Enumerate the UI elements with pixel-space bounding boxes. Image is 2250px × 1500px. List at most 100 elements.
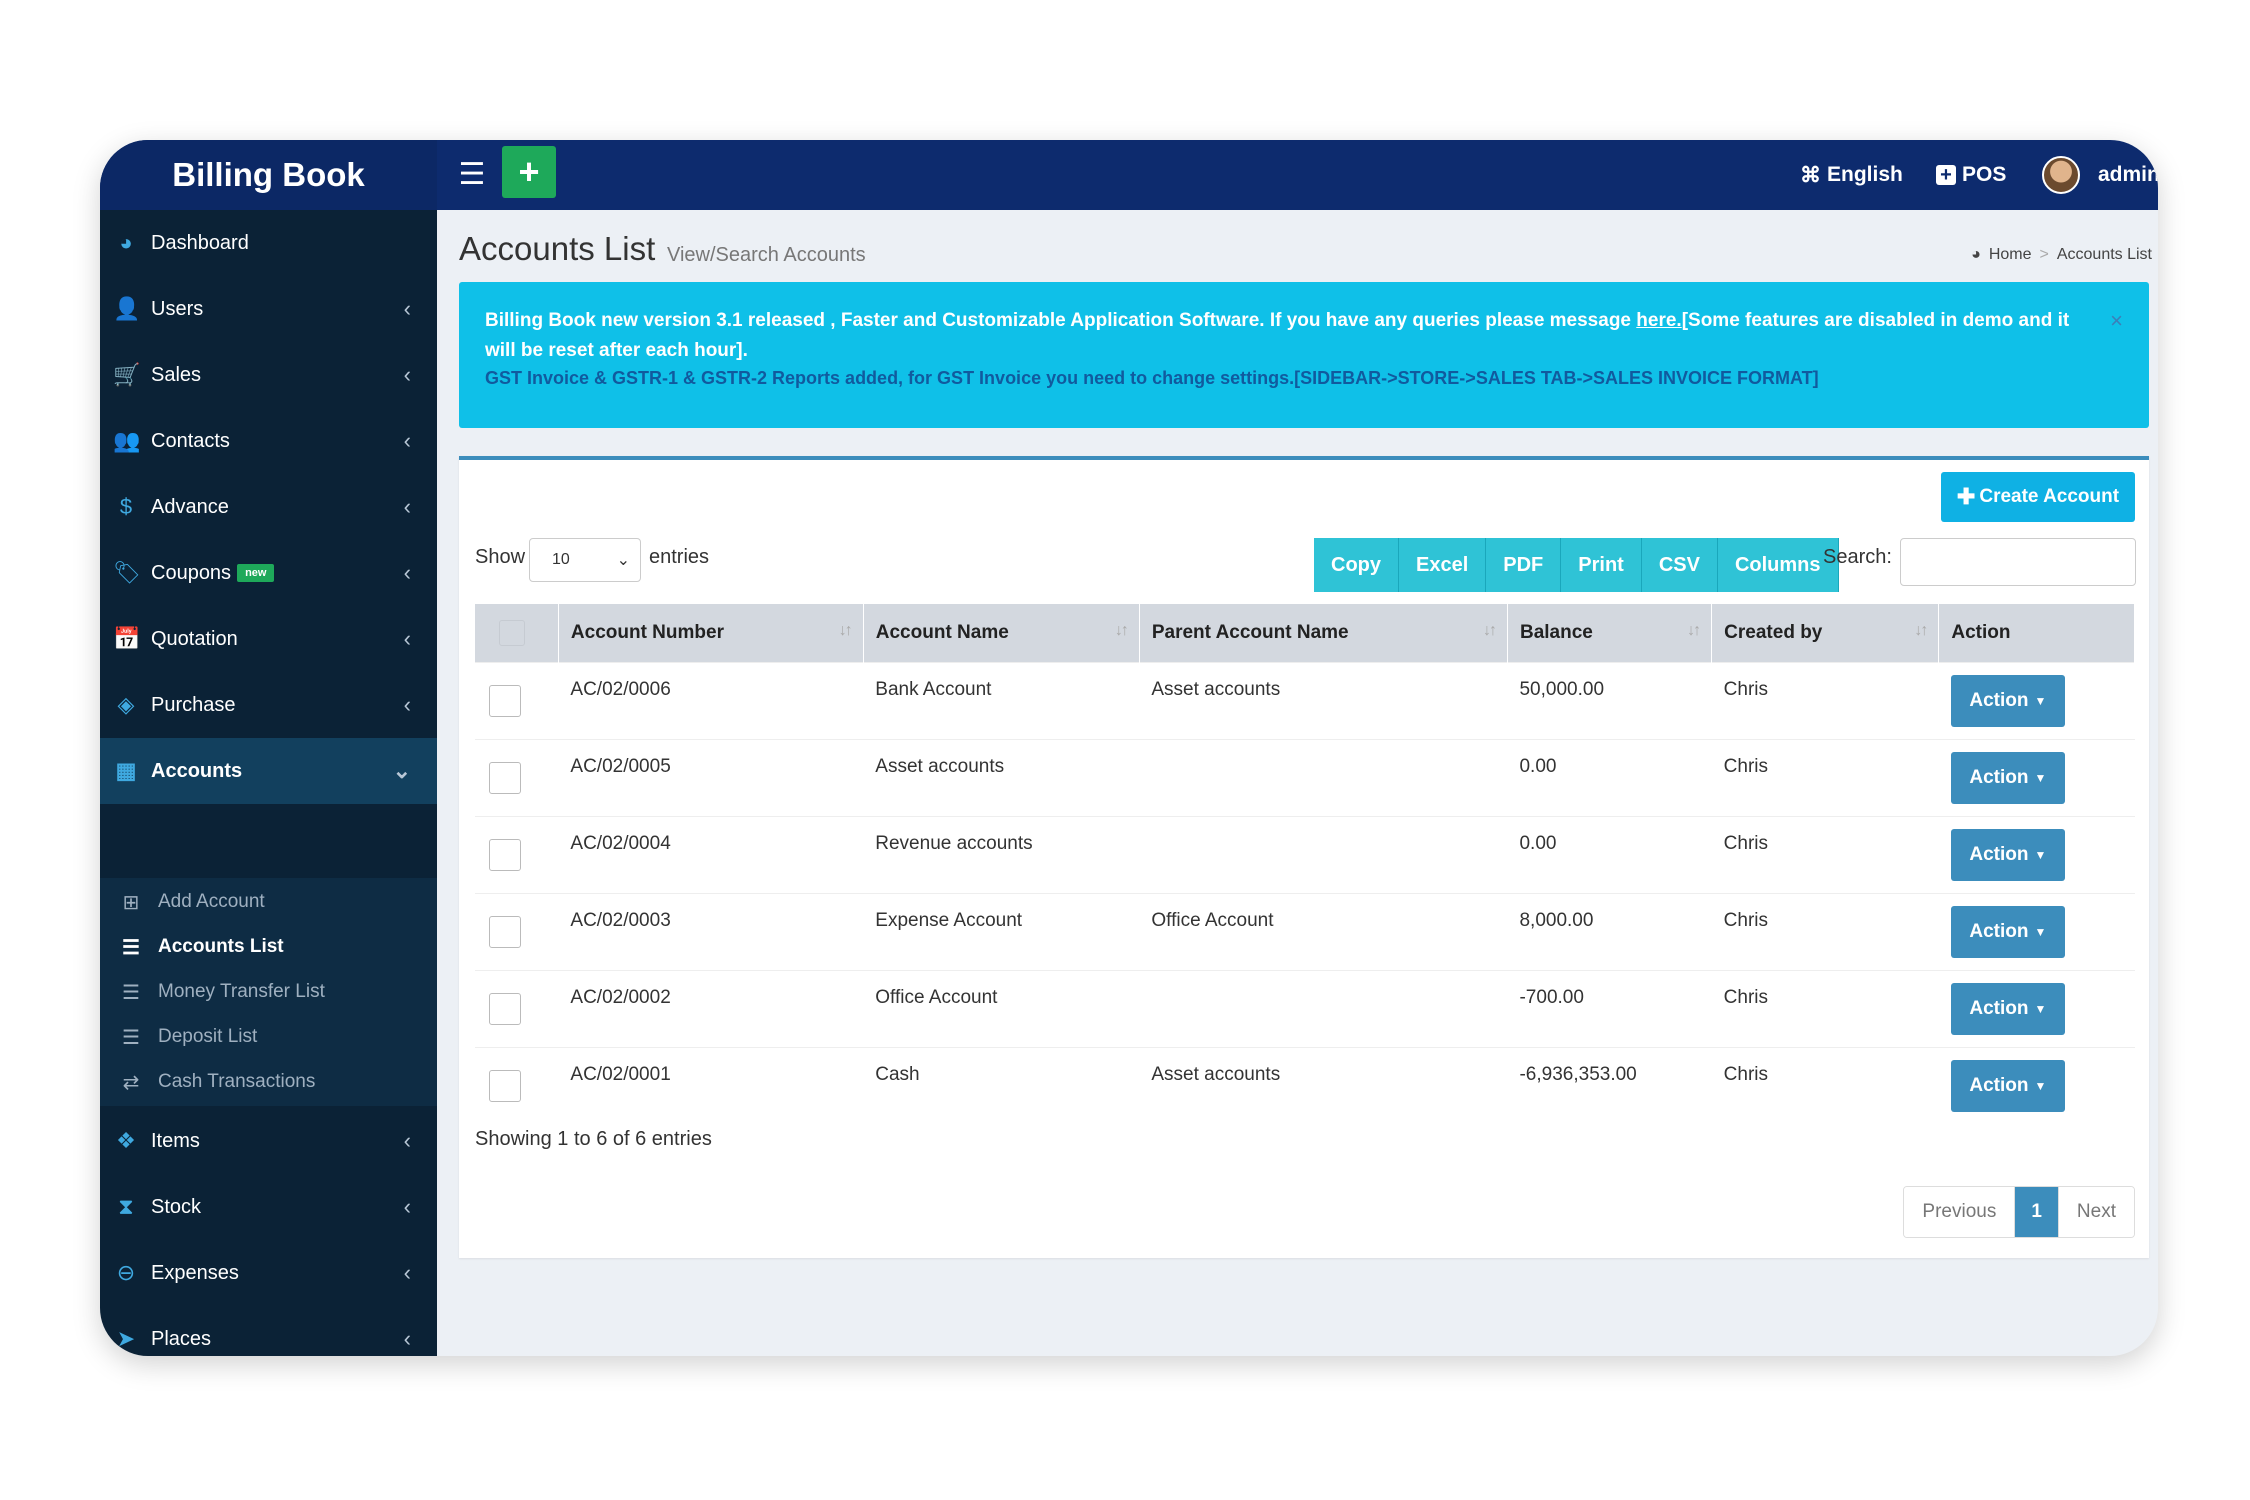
next-page-button[interactable]: Next	[2058, 1187, 2134, 1237]
sidebar-item-sales[interactable]: 🛒 Sales ‹	[100, 342, 437, 408]
action-dropdown-button[interactable]: Action ▼	[1950, 751, 2065, 804]
sidebar-item-label: Items	[151, 1129, 200, 1152]
table-row: AC/02/0002 Office Account -700.00 Chris Acti…	[475, 969, 2135, 1047]
sidebar-item-contacts[interactable]: 👥 Contacts ‹	[100, 408, 437, 474]
sidebar-item-quotation[interactable]: 📅 Quotation ‹	[100, 606, 437, 672]
calendar-icon: 📅	[113, 626, 141, 651]
row-select-cell	[475, 661, 559, 739]
column-header-label: Action	[1951, 621, 2011, 643]
sidebar-item-label: Sales	[151, 363, 202, 386]
chevron-left-icon: ‹	[403, 1260, 411, 1285]
breadcrumb-current: Accounts List	[2056, 246, 2152, 263]
column-header-account-number[interactable]: Account Number ↓↑	[558, 604, 864, 662]
search-label: Search:	[1823, 546, 1892, 568]
action-dropdown-button[interactable]: Action ▼	[1950, 674, 2065, 727]
tag-icon: 🏷	[113, 560, 141, 585]
hamburger-menu-icon[interactable]: ☰	[452, 154, 492, 194]
column-header-label: Balance	[1519, 621, 1593, 643]
announcement-alert: Billing Book new version 3.1 released , …	[459, 282, 2149, 428]
close-icon[interactable]: ×	[2110, 308, 2123, 334]
submenu-item-deposit-list[interactable]: ☰ Deposit List	[100, 1015, 437, 1059]
cell-balance: -700.00	[1507, 969, 1712, 1047]
row-checkbox[interactable]	[489, 992, 521, 1025]
sidebar-item-coupons[interactable]: 🏷 Coupons new ‹	[100, 540, 437, 606]
cell-created-by: Chris	[1711, 738, 1939, 816]
cell-name: Revenue accounts	[863, 815, 1140, 893]
submenu-item-label: Accounts List	[158, 936, 284, 957]
select-all-checkbox[interactable]	[499, 619, 525, 646]
select-all-header	[475, 604, 559, 662]
breadcrumb-home[interactable]: Home	[1989, 246, 2032, 264]
sidebar-item-dashboard[interactable]: ◕ Dashboard	[100, 210, 437, 276]
search-input[interactable]	[1900, 538, 2136, 586]
action-dropdown-button[interactable]: Action ▼	[1950, 828, 2065, 881]
cell-parent	[1139, 815, 1508, 893]
entries-length-select[interactable]: 10 ⌄	[529, 538, 641, 582]
column-header-balance[interactable]: Balance ↓↑	[1507, 604, 1713, 662]
action-label: Action	[1969, 766, 2029, 788]
sidebar-item-places[interactable]: ➤ Places ‹	[100, 1306, 437, 1356]
row-checkbox[interactable]	[489, 915, 521, 948]
column-header-label: Parent Account Name	[1151, 621, 1349, 643]
action-cell: Action ▼	[1938, 661, 2135, 739]
export-copy-button[interactable]: Copy	[1314, 538, 1399, 592]
sidebar-item-label: Accounts	[151, 759, 243, 782]
sidebar-item-stock[interactable]: ⧗ Stock ‹	[100, 1174, 437, 1240]
action-dropdown-button[interactable]: Action ▼	[1950, 982, 2065, 1035]
sidebar-item-users[interactable]: 👤 Users ‹	[100, 276, 437, 342]
sidebar-item-purchase[interactable]: ◈ Purchase ‹	[100, 672, 437, 738]
quick-add-button[interactable]: +	[502, 146, 556, 198]
pos-link[interactable]: + POS	[1936, 140, 2006, 210]
page-1-button[interactable]: 1	[2015, 1187, 2059, 1237]
cell-parent	[1139, 738, 1508, 816]
submenu-item-money-transfer-list[interactable]: ☰ Money Transfer List	[100, 970, 437, 1014]
column-header-account-name[interactable]: Account Name ↓↑	[863, 604, 1140, 662]
cell-number: AC/02/0006	[558, 661, 864, 739]
chevron-left-icon: ‹	[403, 1326, 411, 1351]
export-pdf-button[interactable]: PDF	[1486, 538, 1562, 592]
user-menu[interactable]: admin	[2042, 140, 2158, 210]
action-dropdown-button[interactable]: Action ▼	[1950, 1059, 2065, 1112]
submenu-item-accounts-list[interactable]: ☰ Accounts List	[100, 925, 437, 969]
top-navbar: Billing Book ☰ + ⌘ English + POS admin	[100, 140, 2158, 210]
cell-created-by: Chris	[1711, 815, 1939, 893]
sidebar-item-label: Quotation	[151, 627, 238, 650]
submenu-item-cash-transactions[interactable]: ⇄ Cash Transactions	[100, 1060, 437, 1104]
row-checkbox[interactable]	[489, 1069, 521, 1102]
chevron-left-icon: ‹	[403, 626, 411, 651]
cell-number: AC/02/0004	[558, 815, 864, 893]
hourglass-icon: ⧗	[118, 1194, 134, 1219]
language-selector[interactable]: ⌘ English	[1800, 140, 1903, 210]
sidebar-item-advance[interactable]: $ Advance ‹	[100, 474, 437, 540]
cell-balance: 50,000.00	[1507, 661, 1712, 739]
sort-icon: ↓↑	[1114, 622, 1129, 639]
exchange-icon: ⇄	[122, 1071, 140, 1094]
export-excel-button[interactable]: Excel	[1399, 538, 1487, 592]
sidebar-item-expenses[interactable]: ⊖ Expenses ‹	[100, 1240, 437, 1306]
submenu-item-add-account[interactable]: ⊞ Add Account	[100, 880, 437, 924]
table-row: AC/02/0003 Expense Account Office Account 8…	[475, 892, 2135, 970]
app-logo[interactable]: Billing Book	[100, 140, 437, 210]
column-header-parent-account-name[interactable]: Parent Account Name ↓↑	[1139, 604, 1508, 662]
previous-page-button[interactable]: Previous	[1904, 1187, 2016, 1237]
row-checkbox[interactable]	[489, 761, 521, 794]
table-header-row: Account Number ↓↑ Account Name ↓↑ Parent Acc…	[475, 604, 2135, 662]
column-header-created-by[interactable]: Created by ↓↑	[1711, 604, 1940, 662]
export-columns-button[interactable]: Columns	[1717, 538, 1839, 592]
alert-link[interactable]: here.	[1636, 310, 1681, 331]
create-account-button[interactable]: ✚ Create Account	[1941, 472, 2135, 522]
row-checkbox[interactable]	[489, 838, 521, 871]
action-dropdown-button[interactable]: Action ▼	[1950, 905, 2065, 958]
caret-down-icon: ▼	[2034, 1078, 2047, 1093]
export-csv-button[interactable]: CSV	[1641, 538, 1718, 592]
chevron-left-icon: ‹	[403, 494, 411, 519]
row-checkbox[interactable]	[489, 684, 521, 717]
alert-message: Billing Book new version 3.1 released , …	[485, 306, 2105, 366]
row-select-cell	[475, 892, 559, 970]
export-buttons: Copy Excel PDF Print CSV Columns	[1314, 538, 1839, 592]
sidebar-item-accounts[interactable]: ▦ Accounts ⌄	[100, 738, 437, 804]
cell-parent: Office Account	[1139, 892, 1508, 970]
minus-circle-icon: ⊖	[116, 1260, 136, 1285]
sidebar-item-items[interactable]: ❖ Items ‹	[100, 1108, 437, 1174]
export-print-button[interactable]: Print	[1561, 538, 1642, 592]
